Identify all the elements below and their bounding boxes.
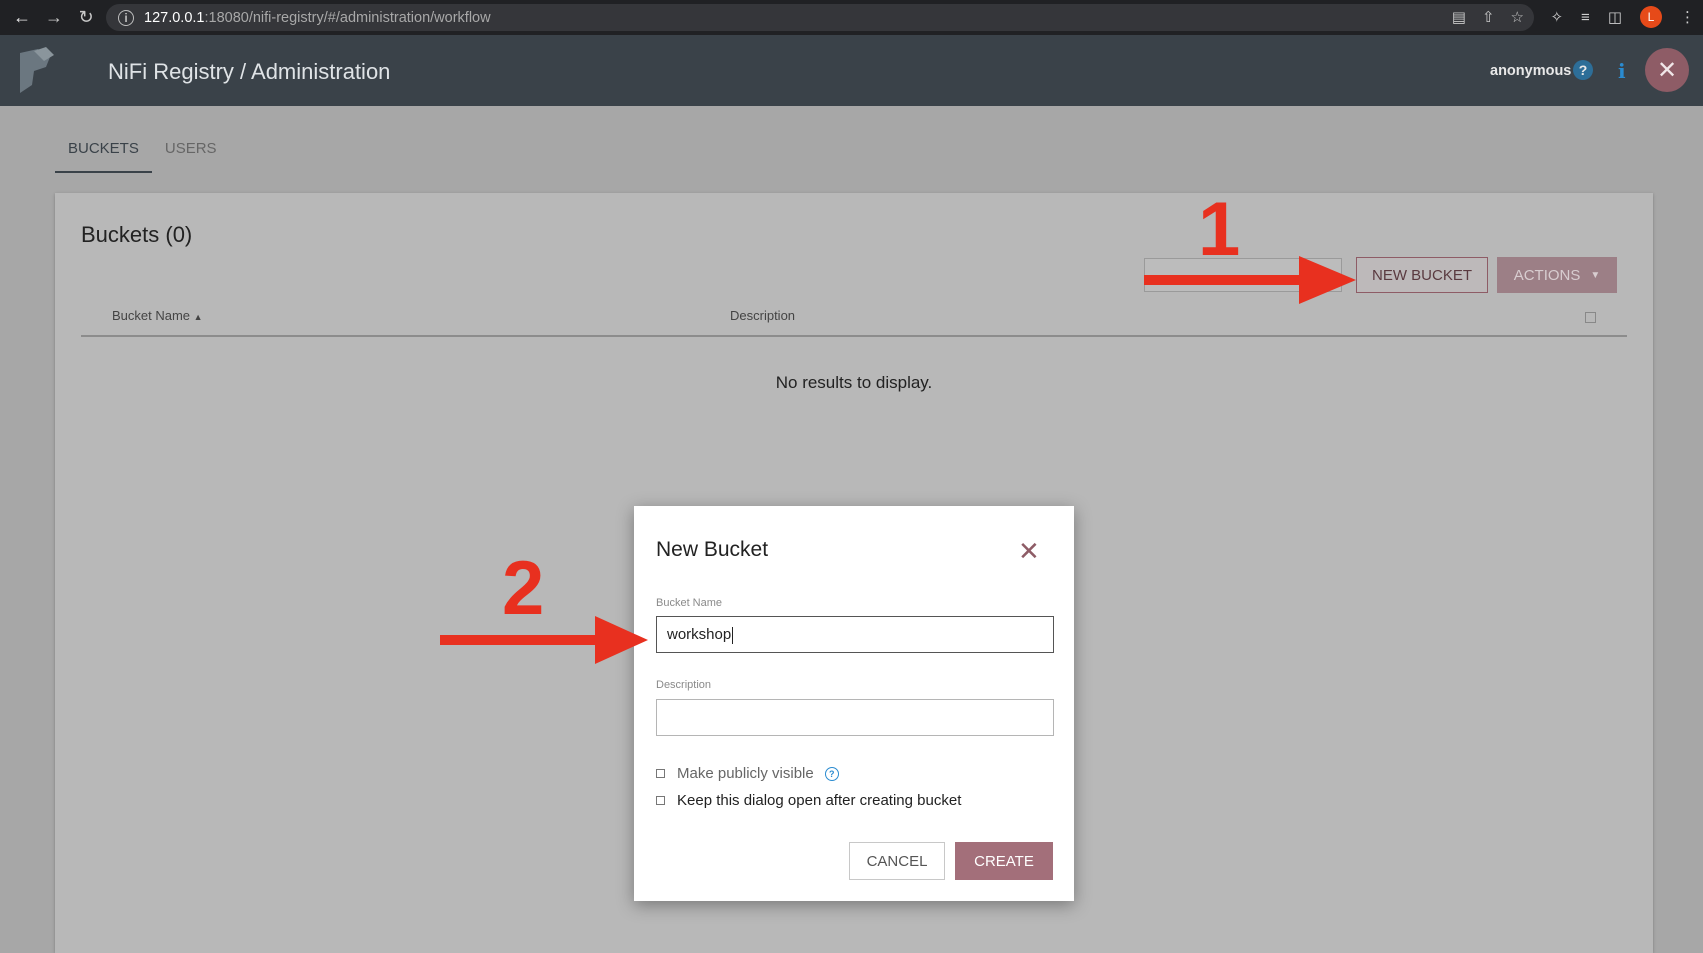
annotation-arrow-2: [440, 616, 648, 664]
cancel-button[interactable]: CANCEL: [849, 842, 945, 880]
star-icon[interactable]: ☆: [1511, 8, 1524, 26]
reload-icon[interactable]: ↻: [70, 7, 102, 28]
sort-up-icon: ▲: [193, 312, 203, 322]
table-header-divider: [81, 335, 1627, 337]
address-bar[interactable]: i 127.0.0.1:18080/nifi-registry/#/admini…: [106, 4, 1534, 31]
new-bucket-button[interactable]: NEW BUCKET: [1356, 257, 1488, 293]
new-bucket-dialog: New Bucket ✕ Bucket Name workshop Descri…: [634, 506, 1074, 901]
close-icon[interactable]: ✕: [1645, 48, 1689, 92]
menu-dots-icon[interactable]: ⋮: [1680, 8, 1695, 26]
app-title: NiFi Registry / Administration: [108, 59, 391, 84]
annotation-arrow-1: [1144, 256, 1356, 304]
create-button[interactable]: CREATE: [955, 842, 1053, 880]
public-visible-option[interactable]: Make publicly visible ?: [656, 765, 839, 782]
description-label: Description: [656, 679, 712, 691]
buckets-title: Buckets (0): [81, 222, 193, 247]
actions-button[interactable]: ACTIONS ▼: [1497, 257, 1617, 293]
actions-label: ACTIONS: [1513, 266, 1581, 284]
browser-actions: ✧ ≡ ◫ L ⋮: [1550, 6, 1695, 28]
translate-icon[interactable]: ▤: [1452, 8, 1466, 26]
description-input[interactable]: [656, 699, 1054, 736]
forward-arrow-icon[interactable]: →: [38, 7, 70, 28]
keep-open-label: Keep this dialog open after creating buc…: [677, 792, 962, 809]
admin-tabs: BUCKETS USERS: [55, 132, 230, 173]
app-header: NiFi Registry / Administration anonymous…: [0, 35, 1703, 106]
public-visible-checkbox[interactable]: [656, 769, 665, 778]
omnibox-actions: ▤ ⇧ ☆: [1452, 8, 1524, 26]
user-name: anonymous: [1490, 63, 1572, 79]
help-icon[interactable]: ?: [1573, 60, 1593, 80]
sidebar-icon[interactable]: ◫: [1608, 8, 1622, 26]
nifi-logo[interactable]: [16, 45, 56, 97]
tab-buckets[interactable]: BUCKETS: [55, 132, 152, 173]
browser-toolbar: ← → ↻ i 127.0.0.1:18080/nifi-registry/#/…: [0, 0, 1703, 35]
share-icon[interactable]: ⇧: [1482, 8, 1495, 26]
about-icon[interactable]: i: [1618, 59, 1626, 83]
url-host: 127.0.0.1: [144, 9, 205, 26]
url-path: :18080/nifi-registry/#/administration/wo…: [204, 9, 491, 26]
keep-open-checkbox[interactable]: [656, 796, 665, 805]
select-all-checkbox[interactable]: [1585, 312, 1596, 323]
column-name-label: Bucket Name: [112, 308, 191, 323]
empty-message: No results to display.: [775, 373, 933, 392]
column-header-bucket-name[interactable]: Bucket Name ▲: [112, 308, 203, 323]
tab-users[interactable]: USERS: [152, 132, 230, 173]
back-arrow-icon[interactable]: ←: [6, 7, 38, 28]
bucket-name-input[interactable]: workshop: [656, 616, 1054, 653]
column-header-description[interactable]: Description: [730, 308, 795, 323]
bucket-name-value: workshop: [667, 626, 732, 643]
reading-list-icon[interactable]: ≡: [1581, 9, 1590, 26]
extensions-icon[interactable]: ✧: [1550, 8, 1563, 26]
profile-avatar[interactable]: L: [1640, 6, 1662, 28]
caret-down-icon: ▼: [1590, 269, 1601, 281]
text-cursor: [732, 626, 734, 644]
dialog-title: New Bucket: [656, 538, 769, 561]
close-icon[interactable]: ✕: [1018, 536, 1040, 567]
public-visible-label: Make publicly visible: [677, 765, 814, 782]
keep-open-option[interactable]: Keep this dialog open after creating buc…: [656, 792, 961, 809]
bucket-name-label: Bucket Name: [656, 597, 723, 609]
info-icon[interactable]: i: [118, 9, 134, 26]
help-icon[interactable]: ?: [824, 766, 839, 781]
url-text[interactable]: 127.0.0.1:18080/nifi-registry/#/administ…: [144, 10, 491, 26]
